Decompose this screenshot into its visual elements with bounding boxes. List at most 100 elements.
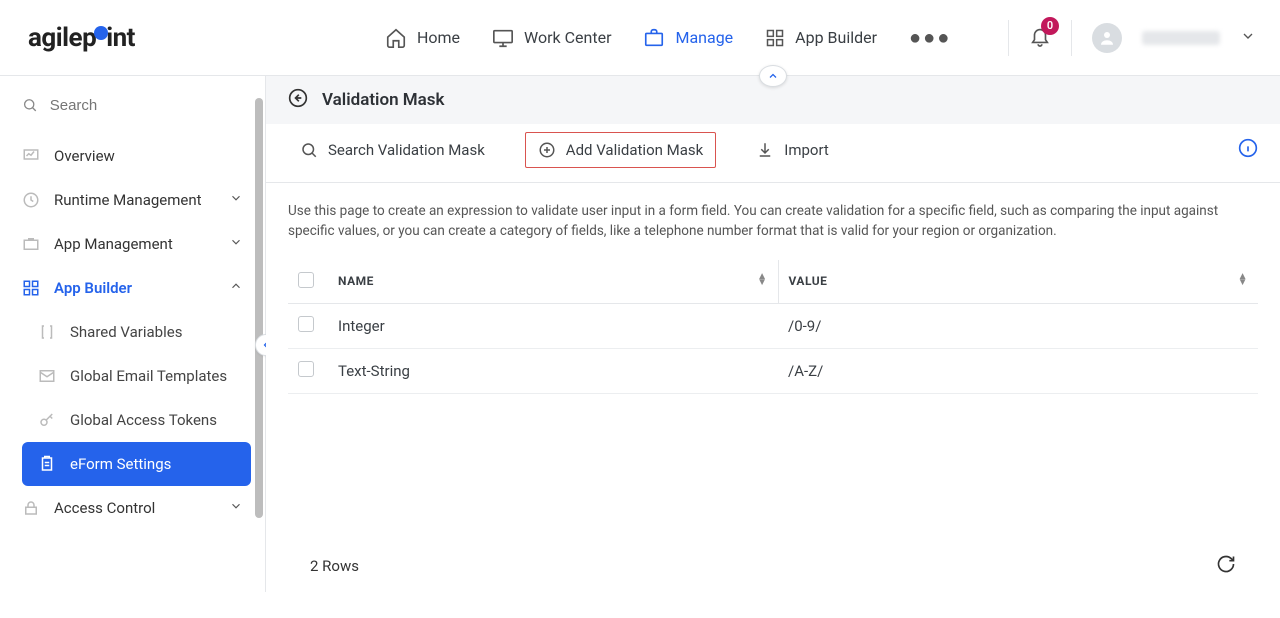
grid-icon: [765, 28, 785, 48]
sidebar-sub-tokens[interactable]: Global Access Tokens: [0, 398, 265, 442]
nav-work-center-label: Work Center: [524, 28, 611, 47]
cell-value: /0-9/: [778, 303, 1258, 348]
col-name[interactable]: NAME ▲▼: [328, 260, 778, 304]
sidebar-label: Access Control: [54, 499, 155, 517]
sidebar-label: Global Access Tokens: [70, 411, 217, 429]
validation-table: NAME ▲▼ VALUE ▲▼ Integer /0-9/: [288, 260, 1258, 394]
nav-home[interactable]: Home: [385, 21, 460, 55]
chevron-up-icon: [767, 70, 779, 82]
divider: [1071, 20, 1072, 56]
sidebar-item-overview[interactable]: Overview: [0, 134, 265, 178]
body: Overview Runtime Management App Manageme…: [0, 76, 1280, 592]
toolbar-add[interactable]: Add Validation Mask: [525, 132, 716, 168]
cell-name: Integer: [328, 303, 778, 348]
sidebar-label: App Builder: [54, 279, 132, 297]
sidebar-label: Runtime Management: [54, 191, 202, 209]
search-icon: [22, 96, 38, 114]
col-name-label: NAME: [338, 274, 374, 288]
cell-name: Text-String: [328, 348, 778, 393]
toolbar-import-label: Import: [784, 141, 829, 159]
sidebar-sub-sharedvars[interactable]: Shared Variables: [0, 310, 265, 354]
avatar[interactable]: [1092, 23, 1122, 53]
content: Use this page to create an expression to…: [266, 183, 1280, 592]
top-right: 0: [1008, 20, 1256, 56]
chevron-up-icon: [229, 279, 243, 297]
sidebar: Overview Runtime Management App Manageme…: [0, 76, 266, 592]
sidebar-scrollbar[interactable]: [255, 98, 263, 618]
refresh-button[interactable]: [1216, 554, 1236, 578]
row-count: 2 Rows: [310, 557, 359, 575]
toolbar-search-label: Search Validation Mask: [328, 141, 485, 159]
toolbar-search[interactable]: Search Validation Mask: [288, 133, 497, 167]
download-icon: [756, 141, 774, 159]
briefcase-icon: [643, 27, 665, 49]
col-value-label: VALUE: [789, 274, 828, 288]
app-logo: agilepint: [28, 23, 135, 53]
nav-manage[interactable]: Manage: [643, 21, 733, 55]
col-value[interactable]: VALUE ▲▼: [778, 260, 1258, 304]
lock-icon: [22, 499, 40, 517]
sidebar-sub-emailtmpl[interactable]: Global Email Templates: [0, 354, 265, 398]
notification-badge: 0: [1041, 17, 1059, 35]
user-menu-chevron[interactable]: [1240, 28, 1256, 48]
sidebar-label: Shared Variables: [70, 323, 182, 341]
page-title: Validation Mask: [322, 90, 445, 110]
nav-app-builder-label: App Builder: [795, 28, 877, 47]
home-icon: [385, 27, 407, 49]
table-row[interactable]: Integer /0-9/: [288, 303, 1258, 348]
monitor-icon: [492, 27, 514, 49]
sort-icon: ▲▼: [1238, 274, 1248, 286]
clock-icon: [22, 191, 40, 209]
clipboard-icon: [38, 455, 56, 473]
key-icon: [38, 411, 56, 429]
row-checkbox[interactable]: [298, 361, 314, 377]
select-all-checkbox[interactable]: [298, 272, 314, 288]
sidebar-item-appmgmt[interactable]: App Management: [0, 222, 265, 266]
info-button[interactable]: [1238, 138, 1258, 162]
sidebar-label: eForm Settings: [70, 455, 171, 473]
toolbar-add-label: Add Validation Mask: [566, 141, 703, 159]
arrow-left-circle-icon: [288, 88, 308, 108]
sidebar-item-accesscontrol[interactable]: Access Control: [0, 486, 265, 530]
sidebar-label: Overview: [54, 147, 115, 165]
top-bar: agilepint Home Work Center Manage App Bu…: [0, 0, 1280, 76]
back-button[interactable]: [288, 88, 308, 112]
page-description: Use this page to create an expression to…: [288, 201, 1248, 242]
divider: [1008, 20, 1009, 56]
sidebar-search-input[interactable]: [50, 97, 243, 114]
table-footer: 2 Rows: [288, 540, 1258, 592]
brackets-icon: [38, 323, 56, 341]
chevron-down-icon: [1240, 28, 1256, 44]
briefcase-icon: [22, 235, 40, 253]
nav-more[interactable]: ●●●: [909, 25, 951, 50]
plus-circle-icon: [538, 141, 556, 159]
sidebar-item-appbuilder[interactable]: App Builder: [0, 266, 265, 310]
logo-dot-icon: [94, 26, 108, 40]
nav-home-label: Home: [417, 28, 460, 47]
sidebar-label: Global Email Templates: [70, 367, 227, 385]
chevron-down-icon: [229, 499, 243, 517]
toolbar-import[interactable]: Import: [744, 133, 841, 167]
chevron-down-icon: [229, 191, 243, 209]
main: Validation Mask Search Validation Mask A…: [266, 76, 1280, 592]
grid-icon: [22, 279, 40, 297]
nav-manage-label: Manage: [675, 28, 733, 47]
sort-icon: ▲▼: [757, 274, 767, 286]
table-row[interactable]: Text-String /A-Z/: [288, 348, 1258, 393]
sidebar-search[interactable]: [0, 96, 265, 134]
envelope-icon: [38, 367, 56, 385]
nav-app-builder[interactable]: App Builder: [765, 22, 877, 54]
user-name-blur: [1142, 31, 1220, 45]
info-icon: [1238, 138, 1258, 158]
person-icon: [1098, 29, 1116, 47]
search-icon: [300, 141, 318, 159]
panel-collapse-button[interactable]: [759, 65, 787, 87]
row-checkbox[interactable]: [298, 316, 314, 332]
chart-icon: [22, 147, 40, 165]
nav-work-center[interactable]: Work Center: [492, 21, 611, 55]
notifications-button[interactable]: 0: [1029, 25, 1051, 51]
main-nav: Home Work Center Manage App Builder ●●●: [385, 21, 951, 55]
sidebar-sub-eform[interactable]: eForm Settings: [22, 442, 251, 486]
sidebar-item-runtime[interactable]: Runtime Management: [0, 178, 265, 222]
sidebar-label: App Management: [54, 235, 173, 253]
